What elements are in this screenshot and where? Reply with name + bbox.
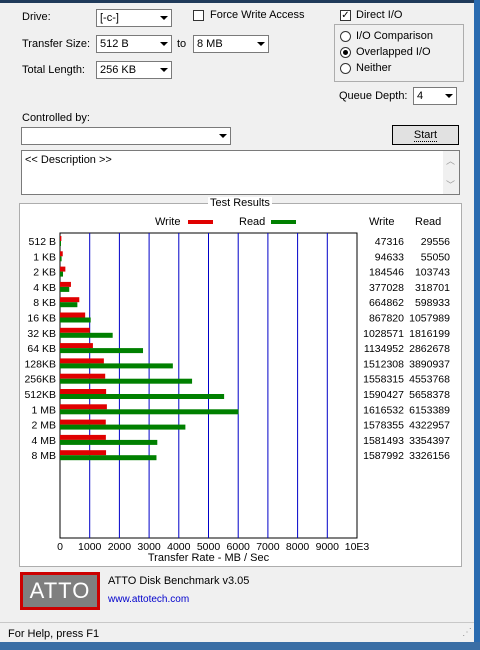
write-value: 1134952 xyxy=(364,343,404,355)
write-bar xyxy=(60,251,63,257)
product-name: ATTO Disk Benchmark v3.05 xyxy=(108,575,250,587)
read-value: 3326156 xyxy=(409,450,450,462)
category-label: 64 KB xyxy=(27,343,56,355)
window-bottom-edge xyxy=(0,642,480,650)
read-value: 29556 xyxy=(421,236,450,248)
write-value: 94633 xyxy=(375,251,404,263)
write-value: 1028571 xyxy=(363,328,404,340)
read-value: 1816199 xyxy=(409,328,450,340)
write-bar xyxy=(60,404,107,410)
category-label: 4 MB xyxy=(31,435,56,447)
read-bar xyxy=(60,439,158,445)
read-value: 2862678 xyxy=(409,343,450,355)
read-value: 3890937 xyxy=(409,358,450,370)
read-bar xyxy=(60,455,157,461)
category-label: 32 KB xyxy=(27,328,56,340)
category-label: 2 MB xyxy=(31,420,56,432)
read-value: 1057989 xyxy=(409,313,450,325)
write-value: 1587992 xyxy=(363,450,404,462)
resize-grip-icon[interactable]: ⋰ xyxy=(462,627,472,638)
category-label: 128KB xyxy=(24,358,56,370)
write-value: 184546 xyxy=(369,267,404,279)
read-value: 3354397 xyxy=(409,435,450,447)
atto-logo-text: ATTO xyxy=(29,578,91,603)
transfer-rate-chart: 0 1000 2000 3000 4000 5000 6000 7000 8000 9000 10E… xyxy=(24,232,450,564)
x-tick-label: 1000 xyxy=(78,541,102,553)
read-bar xyxy=(60,378,193,384)
read-bar xyxy=(60,332,113,338)
write-value: 867820 xyxy=(369,313,404,325)
read-bar xyxy=(60,271,64,277)
read-bar xyxy=(60,348,144,354)
read-bar xyxy=(60,241,61,246)
x-tick-label: 10E3 xyxy=(345,541,370,553)
window-right-edge xyxy=(474,0,480,650)
write-bar xyxy=(60,450,107,456)
read-value: 318701 xyxy=(415,282,450,294)
write-value: 377028 xyxy=(369,282,404,294)
write-bar xyxy=(60,389,107,394)
read-bar xyxy=(60,409,239,415)
x-tick-label: 8000 xyxy=(286,541,310,553)
category-label: 1 MB xyxy=(31,404,56,416)
write-bar xyxy=(60,434,106,440)
atto-logo: ATTO xyxy=(20,572,100,610)
write-bar xyxy=(60,343,93,349)
category-label: 4 KB xyxy=(33,282,56,294)
write-bar xyxy=(60,281,71,287)
write-bar xyxy=(60,236,62,241)
read-bar xyxy=(60,424,186,430)
write-value: 47316 xyxy=(375,236,404,248)
x-axis-label: Transfer Rate - MB / Sec xyxy=(148,552,270,564)
category-label: 8 MB xyxy=(31,450,56,462)
read-value: 103743 xyxy=(415,267,450,279)
write-value: 1578355 xyxy=(363,420,404,432)
write-bar xyxy=(60,373,106,379)
write-value: 1616532 xyxy=(363,404,404,416)
write-bar xyxy=(60,297,80,303)
category-label: 8 KB xyxy=(33,297,56,309)
read-value: 4553768 xyxy=(409,374,450,386)
read-bar xyxy=(60,302,78,308)
category-label: 256KB xyxy=(24,374,56,386)
read-value: 598933 xyxy=(415,297,450,309)
category-label: 1 KB xyxy=(33,251,56,263)
write-value: 664862 xyxy=(369,297,404,309)
read-value: 6153389 xyxy=(409,404,450,416)
write-value: 1590427 xyxy=(363,389,404,401)
read-bar xyxy=(60,317,91,323)
write-bar xyxy=(60,327,90,333)
write-bar xyxy=(60,419,106,425)
status-text: For Help, press F1 xyxy=(8,628,100,640)
read-value: 55050 xyxy=(421,251,450,263)
write-value: 1512308 xyxy=(363,358,404,370)
x-tick-label: 2000 xyxy=(108,541,132,553)
read-bar xyxy=(60,363,173,369)
write-value: 1581493 xyxy=(363,435,404,447)
category-label: 512 B xyxy=(29,236,56,248)
read-bar xyxy=(60,286,70,292)
write-value: 1558315 xyxy=(363,374,404,386)
write-bar xyxy=(60,312,86,318)
write-bar xyxy=(60,358,104,364)
x-tick-label: 9000 xyxy=(316,541,340,553)
write-bar xyxy=(60,266,66,272)
read-value: 4322957 xyxy=(409,420,450,432)
category-label: 2 KB xyxy=(33,267,56,279)
status-bar: For Help, press F1 ⋰ xyxy=(0,622,474,643)
website-link[interactable]: www.attotech.com xyxy=(108,594,189,605)
read-bar xyxy=(60,394,225,399)
category-label: 512KB xyxy=(24,389,56,401)
category-label: 16 KB xyxy=(27,313,56,325)
read-value: 5658378 xyxy=(409,389,450,401)
read-bar xyxy=(60,256,62,262)
x-tick-label: 0 xyxy=(57,541,63,553)
